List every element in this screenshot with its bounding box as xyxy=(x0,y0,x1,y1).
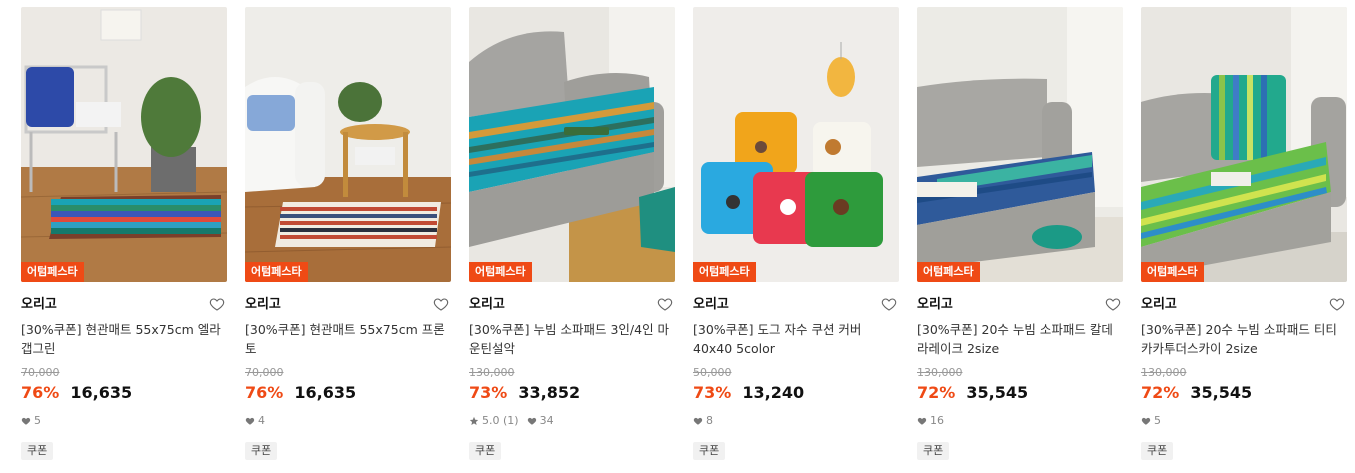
heart-icon[interactable] xyxy=(657,296,673,312)
heart-icon[interactable] xyxy=(433,296,449,312)
discount-rate: 72% xyxy=(917,383,956,402)
like-count: 5 xyxy=(1154,414,1161,427)
coupon-tag: 쿠폰 xyxy=(21,442,54,460)
sale-price: 33,852 xyxy=(518,383,581,402)
original-price: 70,000 xyxy=(21,366,60,379)
heart-icon[interactable] xyxy=(881,296,897,312)
product-image[interactable]: 어텀페스타 xyxy=(1141,7,1347,282)
promo-badge: 어텀페스타 xyxy=(917,262,980,282)
product-photo-entrance-mat-green xyxy=(21,7,227,282)
brand-name[interactable]: 오리고 xyxy=(917,293,1123,317)
product-photo-dog-cushion-covers xyxy=(693,7,899,282)
discount-rate: 76% xyxy=(245,383,284,402)
product-title[interactable]: [30%쿠폰] 도그 자수 쿠션 커버 40x40 5color xyxy=(693,320,899,358)
product-photo-sofa-pad-caldera xyxy=(917,7,1123,282)
coupon-tag: 쿠폰 xyxy=(245,442,278,460)
product-title[interactable]: [30%쿠폰] 20수 누빔 소파패드 칼데라레이크 2size xyxy=(917,320,1123,358)
heart-filled-icon xyxy=(527,417,536,425)
product-card[interactable]: 어텀페스타 오리고 [30%쿠폰] 20수 누빔 소파패드 티티카카투더스카이 … xyxy=(1141,7,1347,469)
heart-filled-icon xyxy=(917,417,927,425)
sale-price: 13,240 xyxy=(742,383,805,402)
discount-rate: 76% xyxy=(21,383,60,402)
coupon-tag: 쿠폰 xyxy=(917,442,950,460)
like-count: 34 xyxy=(539,414,554,427)
heart-filled-icon xyxy=(693,417,703,425)
product-card[interactable]: 어텀페스타 오리고 [30%쿠폰] 현관매트 55x75cm 엘라갭그린 70,… xyxy=(21,7,227,469)
product-card[interactable]: 어텀페스타 오리고 [30%쿠폰] 현관매트 55x75cm 프론토 70,00… xyxy=(245,7,451,469)
product-photo-sofa-pad-mountain xyxy=(469,7,675,282)
brand-name[interactable]: 오리고 xyxy=(245,293,451,317)
heart-filled-icon xyxy=(1141,417,1151,425)
like-count: 4 xyxy=(258,414,265,427)
brand-name[interactable]: 오리고 xyxy=(21,293,227,317)
product-photo-entrance-mat-pronto xyxy=(245,7,451,282)
sale-price: 35,545 xyxy=(966,383,1029,402)
promo-badge: 어텀페스타 xyxy=(245,262,308,282)
product-image[interactable]: 어텀페스타 xyxy=(245,7,451,282)
original-price: 50,000 xyxy=(693,366,732,379)
product-image[interactable]: 어텀페스타 xyxy=(917,7,1123,282)
rating-text: 5.0 (1) xyxy=(482,414,519,427)
promo-badge: 어텀페스타 xyxy=(1141,262,1204,282)
coupon-tag: 쿠폰 xyxy=(693,442,726,460)
promo-badge: 어텀페스타 xyxy=(469,262,532,282)
product-image[interactable]: 어텀페스타 xyxy=(469,7,675,282)
heart-filled-icon xyxy=(245,417,255,425)
product-title[interactable]: [30%쿠폰] 현관매트 55x75cm 엘라갭그린 xyxy=(21,320,227,358)
heart-icon[interactable] xyxy=(1329,296,1345,312)
product-card[interactable]: 어텀페스타 오리고 [30%쿠폰] 20수 누빔 소파패드 칼데라레이크 2si… xyxy=(917,7,1123,469)
heart-icon[interactable] xyxy=(1105,296,1121,312)
coupon-tag: 쿠폰 xyxy=(469,442,502,460)
original-price: 130,000 xyxy=(469,366,515,379)
product-title[interactable]: [30%쿠폰] 현관매트 55x75cm 프론토 xyxy=(245,320,451,358)
promo-badge: 어텀페스타 xyxy=(21,262,84,282)
heart-filled-icon xyxy=(21,417,31,425)
discount-rate: 72% xyxy=(1141,383,1180,402)
original-price: 130,000 xyxy=(917,366,963,379)
discount-rate: 73% xyxy=(693,383,732,402)
product-card[interactable]: 어텀페스타 오리고 [30%쿠폰] 도그 자수 쿠션 커버 40x40 5col… xyxy=(693,7,899,469)
product-grid: 어텀페스타 오리고 [30%쿠폰] 현관매트 55x75cm 엘라갭그린 70,… xyxy=(0,0,1355,473)
like-count: 16 xyxy=(930,414,944,427)
brand-name[interactable]: 오리고 xyxy=(1141,293,1347,317)
product-image[interactable]: 어텀페스타 xyxy=(693,7,899,282)
product-photo-sofa-pad-titicaca xyxy=(1141,7,1347,282)
product-image[interactable]: 어텀페스타 xyxy=(21,7,227,282)
discount-rate: 73% xyxy=(469,383,508,402)
brand-name[interactable]: 오리고 xyxy=(469,293,675,317)
like-count: 5 xyxy=(34,414,41,427)
original-price: 70,000 xyxy=(245,366,284,379)
product-title[interactable]: [30%쿠폰] 누빔 소파패드 3인/4인 마운틴설악 xyxy=(469,320,675,358)
sale-price: 16,635 xyxy=(70,383,133,402)
heart-icon[interactable] xyxy=(209,296,225,312)
sale-price: 35,545 xyxy=(1190,383,1253,402)
product-title[interactable]: [30%쿠폰] 20수 누빔 소파패드 티티카카투더스카이 2size xyxy=(1141,320,1347,358)
star-icon xyxy=(469,416,479,425)
brand-name[interactable]: 오리고 xyxy=(693,293,899,317)
coupon-tag: 쿠폰 xyxy=(1141,442,1174,460)
promo-badge: 어텀페스타 xyxy=(693,262,756,282)
original-price: 130,000 xyxy=(1141,366,1187,379)
product-card[interactable]: 어텀페스타 오리고 [30%쿠폰] 누빔 소파패드 3인/4인 마운틴설악 13… xyxy=(469,7,675,469)
like-count: 8 xyxy=(706,414,713,427)
sale-price: 16,635 xyxy=(294,383,357,402)
